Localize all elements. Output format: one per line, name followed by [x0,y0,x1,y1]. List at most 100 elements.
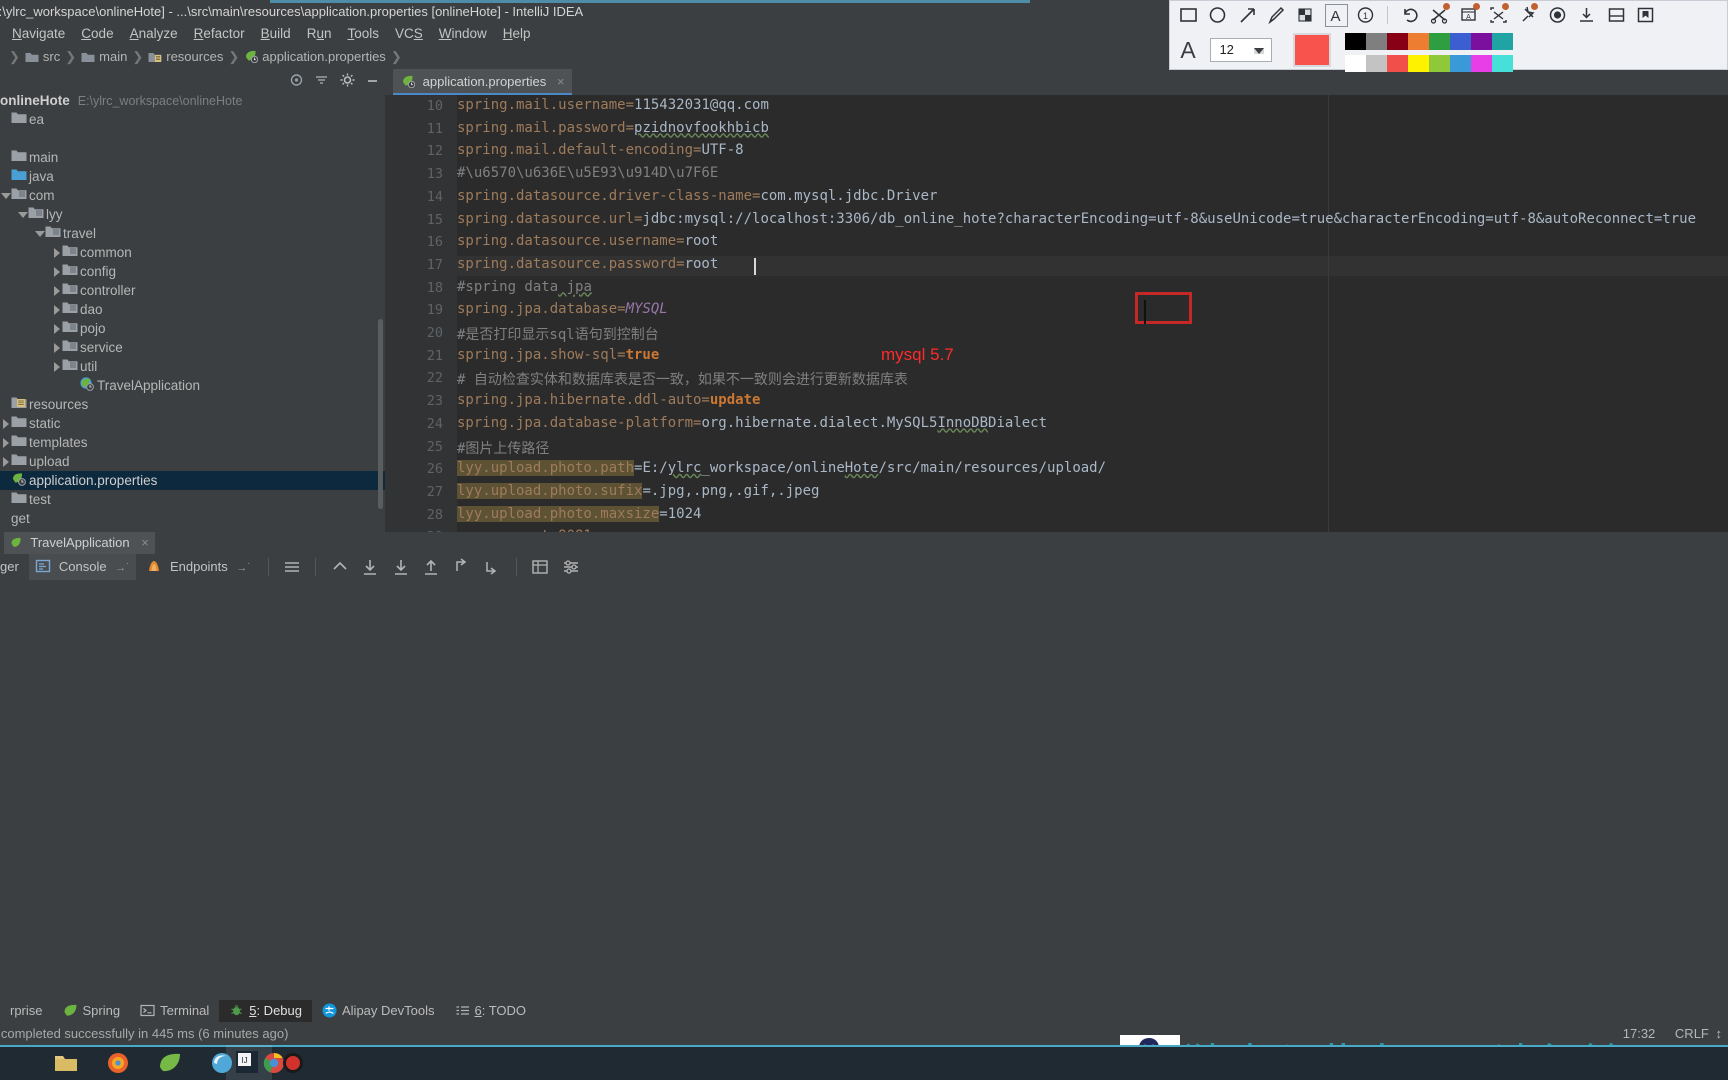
console-output[interactable] [0,580,1728,1000]
code-line[interactable]: spring.jpa.database=MYSQL [457,301,668,317]
tree-node-com[interactable]: com [0,186,385,205]
code-line[interactable]: lyy.upload.photo.maxsize=1024 [457,505,701,522]
explorer-icon[interactable] [53,1051,79,1075]
code-line[interactable]: spring.datasource.url=jdbc:mysql://local… [457,211,1696,227]
status-tab-5-debug[interactable]: 5: Debug [219,1000,312,1022]
status-tab-rprise[interactable]: rprise [0,1000,53,1022]
export-icon[interactable] [388,554,414,580]
tree-node-static[interactable]: static [0,414,385,433]
code-line[interactable]: spring.jpa.database-platform=org.hiberna… [457,415,1047,431]
menu-item-tools[interactable]: Tools [339,23,387,45]
target-icon[interactable] [288,72,305,88]
debugger-label[interactable]: ger [0,554,25,580]
code-line[interactable]: spring.jpa.hibernate.ddl-auto=update [457,392,760,408]
code-editor[interactable]: spring.mail.username=115432031@qq.com spr… [457,95,1728,532]
color-swatch[interactable] [1408,33,1430,50]
color-swatch[interactable] [1366,55,1388,72]
code-line[interactable]: spring.jpa.show-sql=true [457,347,659,363]
bookmark-icon[interactable] [1633,1,1658,29]
close-icon[interactable]: × [141,535,149,550]
code-line[interactable]: spring.mail.default-encoding=UTF-8 [457,142,744,158]
firefox-icon[interactable] [105,1051,131,1075]
chevron-right-icon[interactable] [0,414,11,433]
edge-icon[interactable] [209,1051,235,1075]
text-tool-icon[interactable]: A [1323,1,1349,29]
lines-icon[interactable] [279,554,305,580]
chevron-down-icon[interactable] [17,205,28,224]
import-icon[interactable] [418,554,444,580]
collapse-all-icon[interactable] [313,72,330,88]
color-swatch[interactable] [1492,55,1514,72]
pen-tool-icon[interactable] [1264,1,1289,29]
editor-gutter[interactable]: 1011121314151617181920212223242526272829 [385,95,457,545]
up-stack-icon[interactable] [449,554,475,580]
tree-node-common[interactable]: common [0,243,385,262]
leaf-app-icon[interactable] [157,1051,183,1075]
soft-wrap-icon[interactable] [327,554,353,580]
tree-node-service[interactable]: service [0,338,385,357]
color-swatch[interactable] [1450,55,1472,72]
rect-tool-icon[interactable] [1176,1,1201,29]
color-swatch[interactable] [1471,55,1493,72]
crop-icon[interactable] [1427,1,1452,29]
undo-icon[interactable] [1398,1,1423,29]
chevron-right-icon[interactable] [51,338,62,357]
menu-item-vcs[interactable]: VCS [387,23,431,45]
save-icon[interactable] [1604,1,1629,29]
tree-node-lyy[interactable]: lyy [0,205,385,224]
status-tab-6-todo[interactable]: 6: TODO [445,1000,537,1022]
tree-node-test[interactable]: test [0,490,385,509]
code-line[interactable]: lyy.upload.photo.path=E:/ylrc_workspace/… [457,460,1106,477]
pin-icon[interactable] [1515,1,1540,29]
record-icon[interactable] [1545,1,1570,29]
run-tab-travelapplication[interactable]: TravelApplication × [4,532,155,554]
code-line[interactable]: spring.datasource.driver-class-name=com.… [457,188,937,204]
editor-tab-application-properties[interactable]: application.properties × [393,69,573,95]
ellipse-tool-icon[interactable] [1205,1,1230,29]
color-swatch[interactable] [1408,55,1430,72]
tree-node-config[interactable]: config [0,262,385,281]
tree-node-resources[interactable]: resources [0,395,385,414]
recorder-icon[interactable] [280,1051,306,1075]
chevron-right-icon[interactable] [51,281,62,300]
menu-item-analyze[interactable]: Analyze [122,23,186,45]
breadcrumb[interactable]: ❯ src ❯ main ❯ resources ❯ application.properti… [0,45,407,71]
code-line[interactable]: lyy.upload.photo.sufix=.jpg,.png,.gif,.j… [457,482,819,499]
tree-node-ea[interactable]: ea [0,110,385,129]
menu-item-code[interactable]: Code [73,23,121,45]
color-swatch[interactable] [1429,33,1451,50]
intellij-icon[interactable]: IJ [236,1051,258,1075]
color-swatch[interactable] [1387,55,1409,72]
code-line[interactable]: #是否打印显示sql语句到控制台 [457,324,659,344]
tree-node-upload[interactable]: upload [0,452,385,471]
breadcrumb-item-resources[interactable]: resources [148,49,223,64]
endpoints-pin-icon[interactable]: →˙ [236,562,251,574]
tree-node-travel[interactable]: travel [0,224,385,243]
download-icon[interactable] [1574,1,1599,29]
code-line[interactable]: #spring data jpa [457,279,592,295]
breadcrumb-item-application-properties[interactable]: application.properties [244,49,386,64]
chevron-right-icon[interactable] [51,319,62,338]
chevron-down-icon[interactable] [0,186,11,205]
scroll-down-icon[interactable] [357,554,383,580]
table-icon[interactable] [527,554,553,580]
font-size-select[interactable]: 12 [1210,38,1273,62]
chevron-down-icon[interactable] [34,224,45,243]
tree-node-pojo[interactable]: pojo [0,319,385,338]
arrow-tool-icon[interactable] [1235,1,1260,29]
code-line[interactable]: spring.datasource.password=root [457,256,718,272]
color-swatch[interactable] [1345,33,1367,50]
tree-node-java[interactable]: java [0,167,385,186]
tree-node-templates[interactable]: templates [0,433,385,452]
tree-node-util[interactable]: util [0,357,385,376]
annotation-rectangle[interactable] [1135,292,1192,324]
menu-item-navigate[interactable]: Navigate [4,23,73,45]
tree-node-application-properties[interactable]: application.properties [0,471,385,490]
code-line[interactable]: spring.datasource.username=root [457,233,718,249]
menu-item-help[interactable]: Help [495,23,539,45]
menu-item-refactor[interactable]: Refactor [186,23,253,45]
code-line[interactable]: #\u6570\u636E\u5E93\u914D\u7F6E [457,165,718,181]
tree-node-blank[interactable] [0,129,385,148]
mosaic-tool-icon[interactable] [1294,1,1319,29]
chevron-right-icon[interactable] [51,300,62,319]
